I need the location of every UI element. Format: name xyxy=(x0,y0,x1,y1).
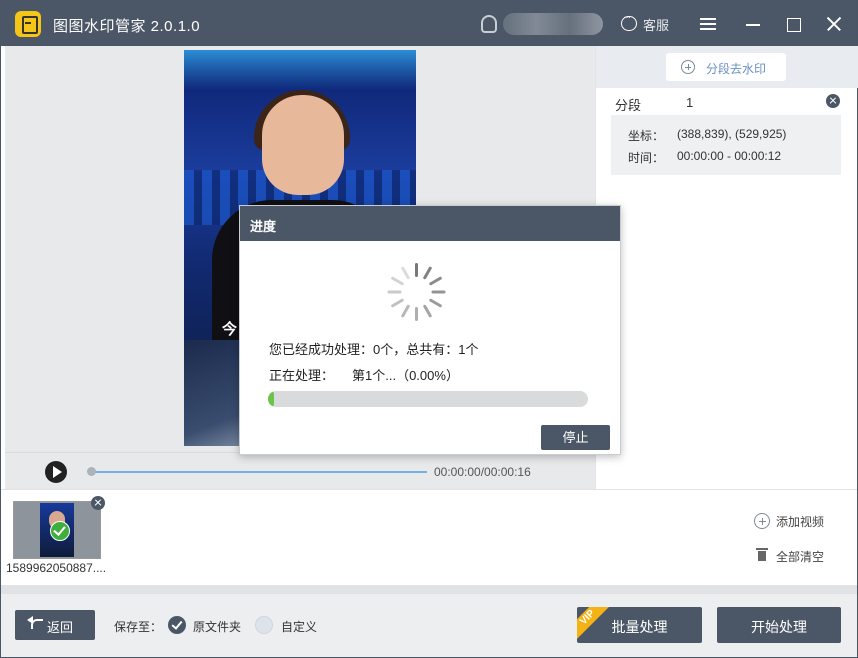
radio-original-folder-label[interactable]: 原文件夹 xyxy=(193,618,241,635)
segment-delete-icon[interactable] xyxy=(826,94,840,108)
time-value: 00:00:00 - 00:00:12 xyxy=(677,149,782,163)
file-thumbnail[interactable] xyxy=(13,501,101,559)
segment-index: 1 xyxy=(686,95,694,110)
segment-toolbar: 分段去水印 xyxy=(596,46,858,88)
back-button[interactable]: 返回 xyxy=(15,610,95,640)
app-title: 图图水印管家 2.0.1.0 xyxy=(53,18,201,35)
time-readout: 00:00:00/00:00:16 xyxy=(434,465,531,479)
back-label: 返回 xyxy=(47,620,74,635)
time-key: 时间： xyxy=(628,151,665,165)
play-icon[interactable] xyxy=(45,461,67,483)
minimize-icon[interactable] xyxy=(740,11,766,37)
seek-bar[interactable] xyxy=(91,471,427,473)
processed-count-text: 您已经成功处理：0个，总共有：1个 xyxy=(269,342,479,357)
file-list: 1589962050887.... 添加视频 全部清空 xyxy=(1,489,857,585)
close-icon[interactable] xyxy=(821,11,847,37)
coords-value: (388,839), (529,925) xyxy=(677,127,787,141)
dialog-title: 进度 xyxy=(250,219,277,234)
progress-bar xyxy=(268,391,588,407)
app-window: 图图水印管家 2.0.1.0 客服 今 00:00:00/00:00: xyxy=(0,0,858,658)
segment-label: 分段 xyxy=(615,98,642,113)
segment-panel: 分段去水印 分段 1 坐标： (388,839), (529,925) 时间： … xyxy=(595,46,858,489)
progress-dialog: 进度 您已经成功处理：0个，总共有：1个 正在处理： 第1个...（0.00%） … xyxy=(239,205,621,455)
trash-icon xyxy=(756,548,768,561)
user-icon xyxy=(481,15,497,33)
dialog-header: 进度 xyxy=(240,206,620,241)
spinner-spoke xyxy=(390,276,405,286)
stop-button[interactable]: 停止 xyxy=(541,425,610,450)
loading-spinner-icon xyxy=(387,263,446,321)
title-bar: 图图水印管家 2.0.1.0 客服 xyxy=(1,1,857,46)
spinner-spoke xyxy=(390,298,405,308)
spinner-spoke xyxy=(428,276,443,286)
segment-button-label: 分段去水印 xyxy=(706,62,767,76)
check-icon xyxy=(50,521,70,541)
save-to-label: 保存至： xyxy=(114,620,163,634)
spinner-spoke xyxy=(415,263,418,277)
spinner-spoke xyxy=(387,290,402,294)
studio-lights xyxy=(184,50,416,90)
user-name-blurred xyxy=(503,13,603,35)
coords-key: 坐标： xyxy=(628,129,665,143)
menu-icon[interactable] xyxy=(695,11,721,37)
seek-handle[interactable] xyxy=(87,467,96,476)
spinner-spoke xyxy=(422,304,433,318)
user-account[interactable] xyxy=(481,13,603,35)
app-logo-icon xyxy=(15,11,41,37)
radio-custom-label[interactable]: 自定义 xyxy=(281,618,317,635)
service-label: 客服 xyxy=(643,18,670,33)
processing-value: 第1个...（0.00%） xyxy=(352,368,459,383)
video-caption: 今 xyxy=(222,321,238,338)
maximize-icon[interactable] xyxy=(780,11,806,37)
clear-all-label: 全部清空 xyxy=(776,550,825,564)
spinner-spoke xyxy=(400,266,411,280)
spinner-spoke xyxy=(415,307,418,321)
back-arrow-icon xyxy=(27,616,43,629)
spinner-spoke xyxy=(422,266,433,280)
chat-bubble-icon xyxy=(621,12,637,31)
plus-circle-icon xyxy=(681,60,695,74)
player-controls: 00:00:00/00:00:16 xyxy=(5,452,595,489)
start-process-button[interactable]: 开始处理 xyxy=(717,607,841,643)
segment-details: 坐标： (388,839), (529,925) 时间： 00:00:00 - … xyxy=(611,115,841,175)
file-name: 1589962050887.... xyxy=(6,561,107,575)
start-process-label: 开始处理 xyxy=(751,619,807,635)
spinner-spoke xyxy=(428,298,443,308)
spinner-spoke xyxy=(400,304,411,318)
batch-process-button[interactable]: VIP 批量处理 xyxy=(577,607,702,643)
processing-label: 正在处理： xyxy=(269,368,335,383)
radio-custom[interactable] xyxy=(255,616,273,634)
plus-circle-icon xyxy=(754,513,770,529)
footer-bar: 返回 保存至： 原文件夹 自定义 VIP 批量处理 开始处理 xyxy=(1,585,857,657)
segment-remove-watermark-button[interactable]: 分段去水印 xyxy=(666,53,786,81)
batch-process-label: 批量处理 xyxy=(611,619,668,635)
add-video-label: 添加视频 xyxy=(776,515,825,529)
progress-bar-fill xyxy=(268,391,274,407)
radio-original-folder[interactable] xyxy=(168,616,186,634)
spinner-spoke xyxy=(431,290,446,294)
remove-file-icon[interactable] xyxy=(91,496,105,510)
presenter-face xyxy=(262,95,344,195)
processing-status-text: 正在处理： 第1个...（0.00%） xyxy=(269,365,459,384)
